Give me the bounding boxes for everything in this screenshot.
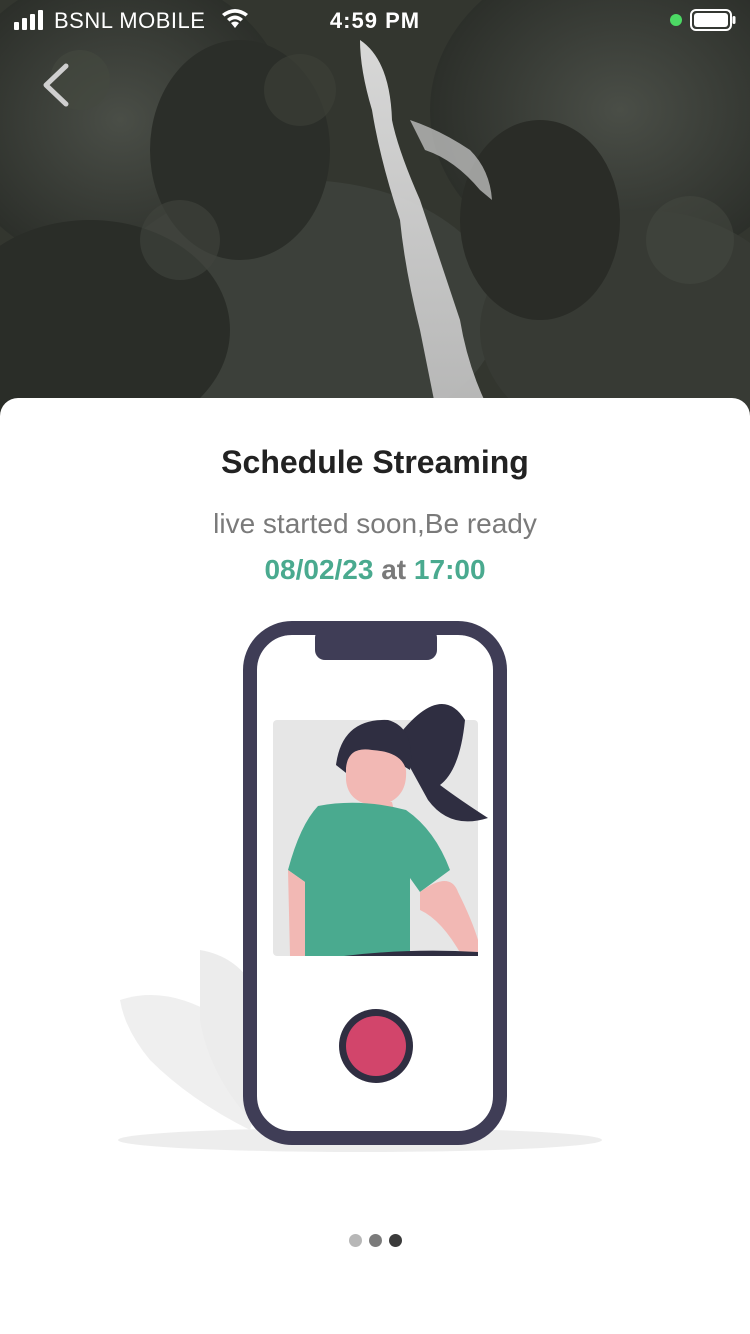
record-button-icon (346, 1016, 406, 1076)
schedule-date: 08/02/23 (264, 554, 374, 585)
status-bar: BSNL MOBILE 4:59 PM (0, 0, 750, 40)
page-indicator (0, 1234, 750, 1247)
schedule-time: 17:00 (413, 554, 486, 585)
battery-icon (690, 9, 736, 31)
person-arm (288, 870, 305, 956)
status-time: 4:59 PM (329, 8, 421, 33)
privacy-indicator-icon (670, 14, 682, 26)
schedule-card: Schedule Streaming live started soon,Be … (0, 398, 750, 1334)
page-dot-1[interactable] (348, 1234, 362, 1247)
phone-side-button (498, 750, 507, 806)
schedule-datetime: 08/02/23 at 17:00 (0, 554, 750, 586)
schedule-at: at (381, 554, 407, 585)
phone-notch (315, 628, 437, 660)
card-subtitle: live started soon,Be ready (213, 508, 537, 539)
page-dot-2[interactable] (368, 1234, 382, 1247)
back-chevron-icon[interactable] (34, 58, 78, 112)
page-dot-3[interactable] (388, 1234, 402, 1247)
live-streaming-illustration (118, 621, 602, 1152)
header-background-image (0, 0, 750, 430)
card-title: Schedule Streaming (221, 444, 529, 480)
